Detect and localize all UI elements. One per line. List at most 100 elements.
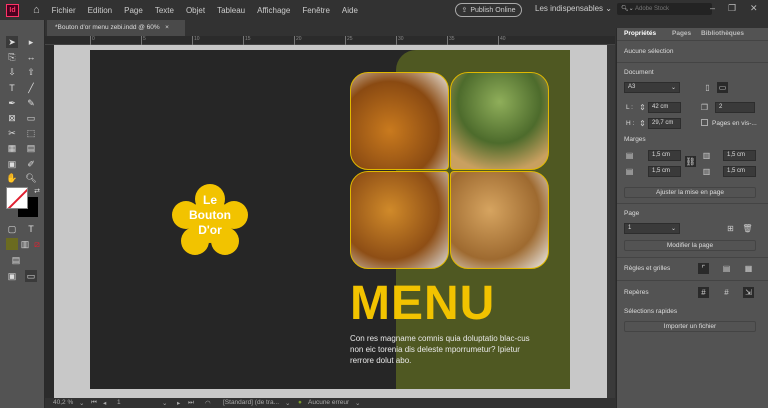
hand-tool-icon[interactable]: ✋: [6, 172, 18, 184]
rectangle-tool-icon[interactable]: ▭: [25, 112, 37, 124]
chevron-down-icon[interactable]: ⌄: [79, 399, 84, 407]
width-field[interactable]: 42 cm: [648, 102, 681, 113]
presentation-mode-icon[interactable]: ▭: [25, 270, 37, 282]
stock-placeholder: Adobe Stock: [635, 6, 670, 12]
gradient-feather-tool-icon[interactable]: ▤: [25, 142, 37, 154]
content-placer-icon[interactable]: ⇧: [25, 66, 37, 78]
preflight-icon[interactable]: ◠: [205, 399, 211, 407]
chevron-down-icon: ⌄: [605, 4, 612, 13]
horizontal-ruler[interactable]: 0 5 10 15 20 25 30 35 40: [45, 36, 615, 45]
formatting-container-icon[interactable]: ▢: [6, 223, 18, 235]
fill-swatch[interactable]: [6, 187, 28, 209]
formatting-text-icon[interactable]: T: [25, 223, 37, 235]
menu-page[interactable]: Page: [124, 6, 143, 15]
gap-tool-icon[interactable]: ↔: [25, 51, 37, 63]
tab-pages[interactable]: Pages: [672, 30, 691, 37]
menu-affichage[interactable]: Affichage: [257, 6, 290, 15]
menu-title[interactable]: MENU: [350, 276, 495, 331]
zoom-tool-icon[interactable]: 🔍︎: [25, 172, 37, 184]
selection-tool-icon[interactable]: ➤: [6, 36, 18, 48]
menu-fichier[interactable]: Fichier: [52, 6, 76, 15]
menu-aide[interactable]: Aide: [342, 6, 358, 15]
first-page-icon[interactable]: ⏮: [91, 399, 97, 407]
document-grid-icon[interactable]: ▦: [743, 263, 754, 274]
zoom-level[interactable]: 40,2 %: [53, 399, 73, 406]
menu-fenetre[interactable]: Fenêtre: [302, 6, 330, 15]
view-mode-icon[interactable]: ▣: [6, 270, 18, 282]
portrait-icon[interactable]: ▯: [702, 82, 713, 93]
free-transform-tool-icon[interactable]: ⬚: [25, 127, 37, 139]
document-tab[interactable]: *Bouton d'or menu zebi.indd @ 60% ×: [47, 20, 185, 36]
facing-pages-checkbox[interactable]: [701, 119, 708, 126]
import-file-button[interactable]: Importer un fichier: [624, 321, 756, 332]
eyedropper-tool-icon[interactable]: ✐: [25, 158, 37, 170]
menu-body-text[interactable]: Con res magname comnis quia doluptatio b…: [350, 333, 530, 366]
chevron-down-icon[interactable]: ⌄: [285, 399, 290, 407]
quick-actions-heading: Sélections rapides: [624, 308, 678, 315]
swap-colors-icon[interactable]: ⇄: [31, 186, 43, 198]
error-status[interactable]: Aucune erreur: [308, 399, 349, 406]
menu-objet[interactable]: Objet: [186, 6, 205, 15]
baseline-grid-icon[interactable]: ▤: [721, 263, 732, 274]
landscape-icon[interactable]: ▭: [717, 82, 728, 93]
content-collector-icon[interactable]: ⇩: [6, 66, 18, 78]
page-size-dropdown[interactable]: A3 ⌄: [624, 82, 680, 93]
pen-tool-icon[interactable]: ✒: [6, 97, 18, 109]
margin-right-field[interactable]: 1,5 cm: [723, 166, 756, 177]
apply-gradient-icon[interactable]: ▥: [19, 238, 31, 250]
lock-guides-icon[interactable]: #: [721, 287, 732, 298]
publish-online-button[interactable]: ⇪ Publish Online: [455, 3, 522, 17]
rectangle-frame-tool-icon[interactable]: ⊠: [6, 112, 18, 124]
smart-guides-icon[interactable]: ⇲: [743, 287, 754, 298]
gradient-swatch-tool-icon[interactable]: ▦: [6, 142, 18, 154]
menu-texte[interactable]: Texte: [155, 6, 174, 15]
menu-edition[interactable]: Edition: [88, 6, 112, 15]
restore-icon[interactable]: ❐: [728, 3, 736, 14]
type-tool-icon[interactable]: T: [6, 82, 18, 94]
page-tool-icon[interactable]: ⎘: [6, 51, 18, 63]
previous-page-icon[interactable]: ◂: [103, 399, 106, 407]
direct-selection-tool-icon[interactable]: ▸: [25, 36, 37, 48]
page-dropdown[interactable]: 1 ⌄: [624, 223, 680, 234]
document-page[interactable]: Le Bouton D'or MENU Con res magname comn…: [90, 50, 570, 389]
preflight-profile[interactable]: [Standard] (de tra...: [223, 399, 279, 406]
pages-count-field[interactable]: 2: [715, 102, 755, 113]
trash-icon[interactable]: 🗑: [742, 223, 753, 234]
close-tab-icon[interactable]: ×: [165, 24, 169, 31]
stepper-icon[interactable]: ⇕: [637, 102, 648, 113]
vertical-ruler[interactable]: [45, 45, 54, 398]
margin-left-field[interactable]: 1,5 cm: [723, 150, 756, 161]
home-icon[interactable]: ⌂: [33, 4, 40, 16]
stock-search-input[interactable]: 🔍︎⌄ Adobe Stock: [617, 3, 712, 15]
tab-libraries[interactable]: Bibliothèques: [701, 30, 744, 37]
apply-none-icon[interactable]: ⧄: [31, 238, 43, 250]
rulers-icon[interactable]: ⌜: [698, 263, 709, 274]
line-tool-icon[interactable]: ╱: [25, 82, 37, 94]
scissors-tool-icon[interactable]: ✂: [6, 127, 18, 139]
adjust-layout-button[interactable]: Ajuster la mise en page: [624, 187, 756, 198]
apply-color-icon[interactable]: [6, 238, 18, 250]
margin-bottom-field[interactable]: 1,5 cm: [648, 166, 681, 177]
next-page-icon[interactable]: ▸: [177, 399, 180, 407]
stepper-icon[interactable]: ⇕: [637, 118, 648, 129]
note-tool-icon[interactable]: ▣: [6, 158, 18, 170]
height-field[interactable]: 29,7 cm: [648, 118, 681, 129]
chevron-down-icon[interactable]: ⌄: [355, 399, 360, 407]
chevron-down-icon[interactable]: ⌄: [162, 399, 167, 407]
screen-mode-icon[interactable]: ▤: [10, 254, 22, 266]
menu-tableau[interactable]: Tableau: [217, 6, 245, 15]
vertical-scrollbar[interactable]: [607, 45, 615, 398]
page-number[interactable]: 1: [117, 399, 121, 406]
tab-properties[interactable]: Propriétés: [624, 30, 656, 37]
margin-top-field[interactable]: 1,5 cm: [648, 150, 681, 161]
close-window-icon[interactable]: ✕: [750, 3, 758, 14]
pencil-tool-icon[interactable]: ✎: [25, 97, 37, 109]
food-photo[interactable]: [350, 72, 549, 269]
link-margins-icon[interactable]: ⛓: [685, 156, 696, 167]
guides-icon[interactable]: #: [698, 287, 709, 298]
add-page-icon[interactable]: ⊞: [725, 223, 736, 234]
last-page-icon[interactable]: ⏭: [188, 399, 194, 407]
workspace-dropdown[interactable]: Les indispensables ⌄: [535, 4, 612, 13]
edit-page-button[interactable]: Modifier la page: [624, 240, 756, 251]
minimize-icon[interactable]: –: [710, 3, 715, 13]
